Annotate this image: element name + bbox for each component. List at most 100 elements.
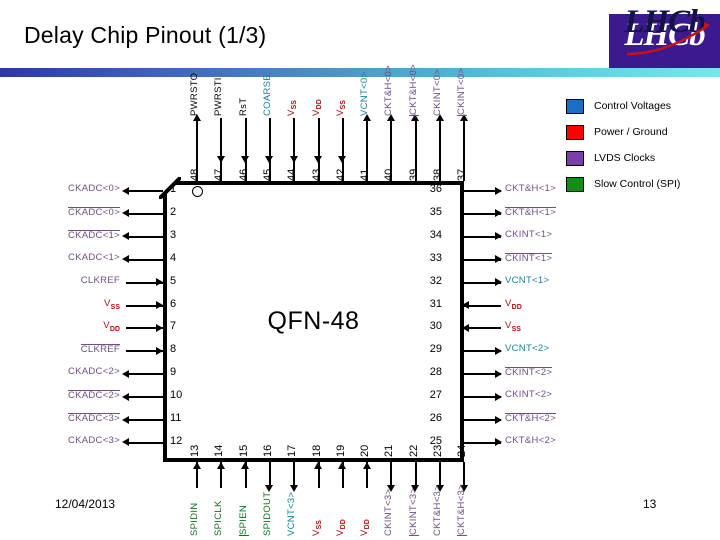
pin-number: 32 bbox=[429, 274, 442, 287]
pin-arrow-out-icon bbox=[495, 278, 502, 287]
pin-label-38: CKINT<0> bbox=[432, 68, 443, 116]
pin-lead bbox=[126, 212, 163, 215]
pin-number: 18 bbox=[310, 444, 323, 457]
pin-label-35: CKT&H<1> bbox=[505, 206, 556, 218]
pin-label-43: VDD bbox=[310, 99, 323, 116]
pin-number: 22 bbox=[407, 444, 420, 457]
pin-label-3: CKADC<1> bbox=[67, 229, 120, 241]
pin-label-39: CKT&H<0> bbox=[407, 64, 419, 116]
pin-arrow-in-icon bbox=[289, 156, 298, 163]
pin-number: 23 bbox=[432, 444, 444, 457]
pin-arrow-out-icon bbox=[495, 186, 502, 195]
pin-label-20: VDD bbox=[359, 519, 371, 536]
pin-lead bbox=[366, 118, 369, 181]
pin-arrow-out-icon bbox=[495, 392, 502, 401]
pin-arrow-out-icon bbox=[122, 415, 129, 424]
pin-arrow-out-icon bbox=[122, 369, 129, 378]
pin-number: 33 bbox=[429, 251, 442, 264]
pin-label-21: CKINT<3> bbox=[383, 488, 395, 536]
pin-number: 24 bbox=[456, 444, 469, 457]
pin-lead bbox=[268, 118, 271, 181]
pin-number: 4 bbox=[170, 251, 177, 264]
pin-number: 7 bbox=[170, 320, 177, 333]
pin-number: 17 bbox=[286, 444, 299, 457]
pin-lead bbox=[126, 235, 163, 238]
pin-label-10: CKADC<2> bbox=[67, 390, 120, 402]
pin-label-7: VDD bbox=[103, 320, 120, 334]
pin-number: 10 bbox=[170, 389, 183, 402]
pin-number: 3 bbox=[170, 228, 177, 241]
pin-label-41: VCNT<0> bbox=[359, 71, 371, 116]
pin-label-16: SPIDOUT bbox=[261, 491, 273, 536]
pin-number: 12 bbox=[170, 434, 183, 447]
pin-lead bbox=[126, 396, 163, 399]
pin-label-47: PWRSTI bbox=[213, 77, 225, 116]
pin-arrow-in-icon bbox=[338, 462, 347, 469]
pin-label-37: CKINT<0> bbox=[456, 67, 468, 116]
pin-arrow-in-icon bbox=[314, 462, 322, 469]
pin-number: 6 bbox=[170, 297, 177, 310]
pin-arrow-out-icon bbox=[495, 346, 502, 355]
pin-number: 31 bbox=[429, 297, 442, 310]
pin-number: 36 bbox=[429, 183, 442, 195]
pin-arrow-in-icon bbox=[156, 301, 163, 309]
pin-number: 21 bbox=[383, 444, 396, 457]
pin-label-26: CKT&H<2> bbox=[505, 413, 556, 424]
pin-number: 5 bbox=[170, 274, 177, 287]
pin-lead bbox=[414, 118, 417, 181]
pin-arrow-in-icon bbox=[216, 462, 225, 469]
pin-label-4: CKADC<1> bbox=[67, 251, 120, 263]
pin-lead bbox=[390, 118, 393, 181]
pin-label-29: VCNT<2> bbox=[505, 343, 550, 355]
pin-lead bbox=[126, 373, 163, 376]
pin-number: 2 bbox=[170, 205, 177, 218]
pin-label-31: VDD bbox=[505, 297, 522, 311]
pin-lead bbox=[341, 118, 344, 181]
pin-arrow-in-icon bbox=[362, 462, 371, 469]
pin-label-48: PWRSTO bbox=[189, 72, 200, 116]
pin-number: 8 bbox=[170, 343, 177, 356]
pin-label-28: CKINT<2> bbox=[505, 367, 553, 379]
pin-label-2: CKADC<0> bbox=[67, 206, 120, 218]
pin-arrow-out-icon bbox=[495, 209, 502, 218]
pin-lead bbox=[244, 118, 247, 181]
pin-label-27: CKINT<2> bbox=[505, 389, 553, 401]
pin-label-14: SPICLK bbox=[213, 500, 225, 536]
pin-number: 27 bbox=[429, 389, 442, 402]
pin-arrow-out-icon bbox=[495, 438, 502, 447]
pin-label-8: CLKREF bbox=[80, 344, 120, 356]
pin-label-1: CKADC<0> bbox=[67, 183, 120, 194]
pin-lead bbox=[126, 258, 163, 261]
pin-number: 35 bbox=[429, 205, 442, 218]
pin-number: 20 bbox=[359, 444, 372, 457]
pin-lead bbox=[126, 441, 163, 444]
pin-label-30: VSS bbox=[505, 320, 521, 334]
pinout-diagram: QFN-48 1 CKADC<0> 2 CKADC<0> 3 CKADC<1> 4 CKADC… bbox=[0, 0, 720, 540]
pin-label-5: CLKREF bbox=[80, 274, 120, 286]
pin-label-12: CKADC<3> bbox=[67, 434, 120, 446]
pin-arrow-in-icon bbox=[156, 346, 163, 355]
pin-label-25: CKT&H<2> bbox=[505, 434, 556, 446]
pin-label-9: CKADC<2> bbox=[67, 366, 120, 378]
pin-arrow-in-icon bbox=[265, 156, 274, 163]
pin-number: 30 bbox=[429, 320, 442, 333]
pin-label-33: CKINT<1> bbox=[505, 252, 553, 264]
pin-number: 34 bbox=[429, 228, 442, 241]
pin-number: 16 bbox=[261, 444, 274, 457]
pin-arrow-in-icon bbox=[462, 323, 469, 332]
pin-arrow-out-icon bbox=[122, 186, 129, 195]
pin-label-22: CKINT<3> bbox=[407, 487, 419, 536]
pin-arrow-out-icon bbox=[495, 232, 502, 241]
pin-arrow-in-icon bbox=[241, 156, 250, 163]
pin-number: 29 bbox=[429, 343, 442, 356]
pin-lead bbox=[464, 327, 501, 330]
pin-label-13: SPIDIN bbox=[189, 502, 200, 536]
pin-label-42: VSS bbox=[334, 100, 347, 116]
pin-label-32: VCNT<1> bbox=[505, 274, 550, 286]
pin-lead bbox=[293, 118, 296, 181]
pin-label-19: VDD bbox=[334, 519, 347, 536]
pin-arrow-in-icon bbox=[156, 323, 163, 332]
pin-arrow-in-icon bbox=[314, 156, 322, 163]
pin-number: 9 bbox=[170, 366, 177, 379]
pin-number: 11 bbox=[170, 412, 182, 424]
